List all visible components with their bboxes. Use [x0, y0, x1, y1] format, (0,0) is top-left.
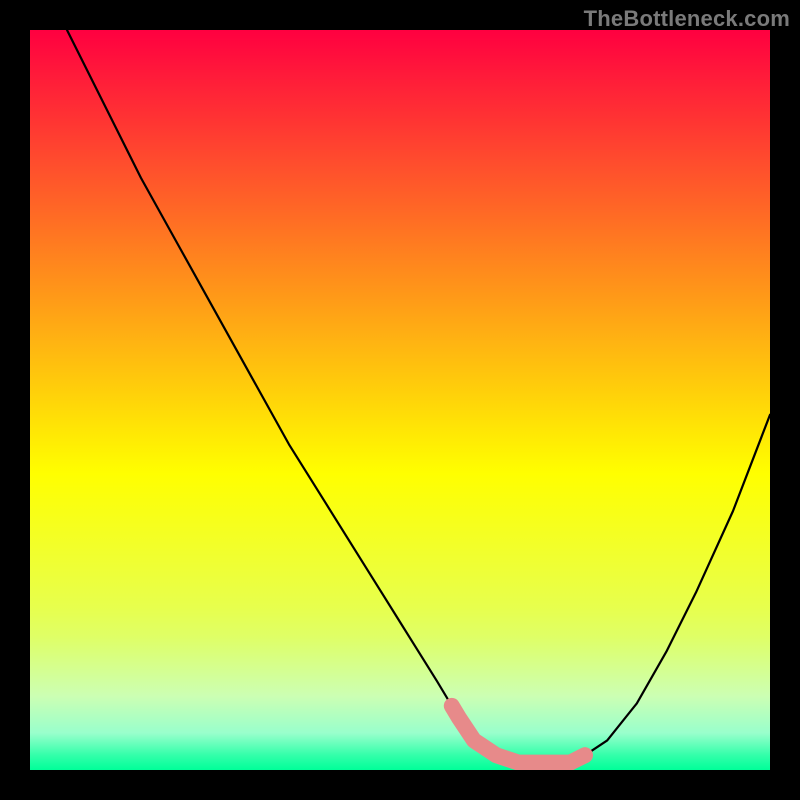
bottleneck-curve — [67, 30, 770, 763]
curve-layer — [30, 30, 770, 770]
watermark-text: TheBottleneck.com — [584, 6, 790, 32]
chart-frame: TheBottleneck.com — [0, 0, 800, 800]
plot-area — [30, 30, 770, 770]
optimal-range-marker — [452, 706, 585, 763]
